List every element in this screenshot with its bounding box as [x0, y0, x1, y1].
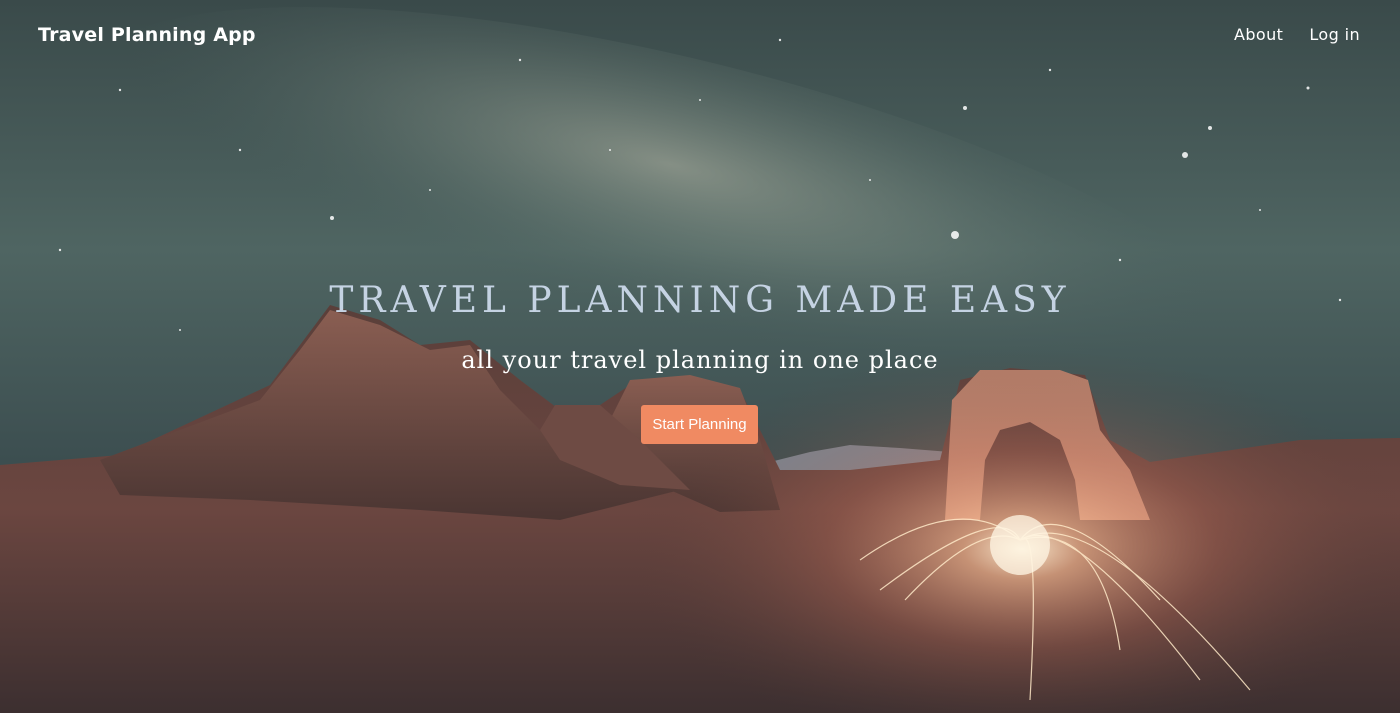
nav-link-login[interactable]: Log in: [1309, 25, 1360, 44]
nav-link-about[interactable]: About: [1234, 25, 1283, 44]
hero-section: Travel Planning App About Log in TRAVEL …: [0, 0, 1400, 713]
nav-links: About Log in: [1234, 25, 1360, 44]
app-title-link[interactable]: Travel Planning App: [38, 24, 256, 46]
hero-headline: TRAVEL PLANNING MADE EASY: [329, 280, 1071, 321]
top-navigation-bar: Travel Planning App About Log in: [0, 0, 1400, 72]
start-planning-button[interactable]: Start Planning: [641, 405, 758, 444]
hero-tagline: all your travel planning in one place: [461, 346, 939, 374]
